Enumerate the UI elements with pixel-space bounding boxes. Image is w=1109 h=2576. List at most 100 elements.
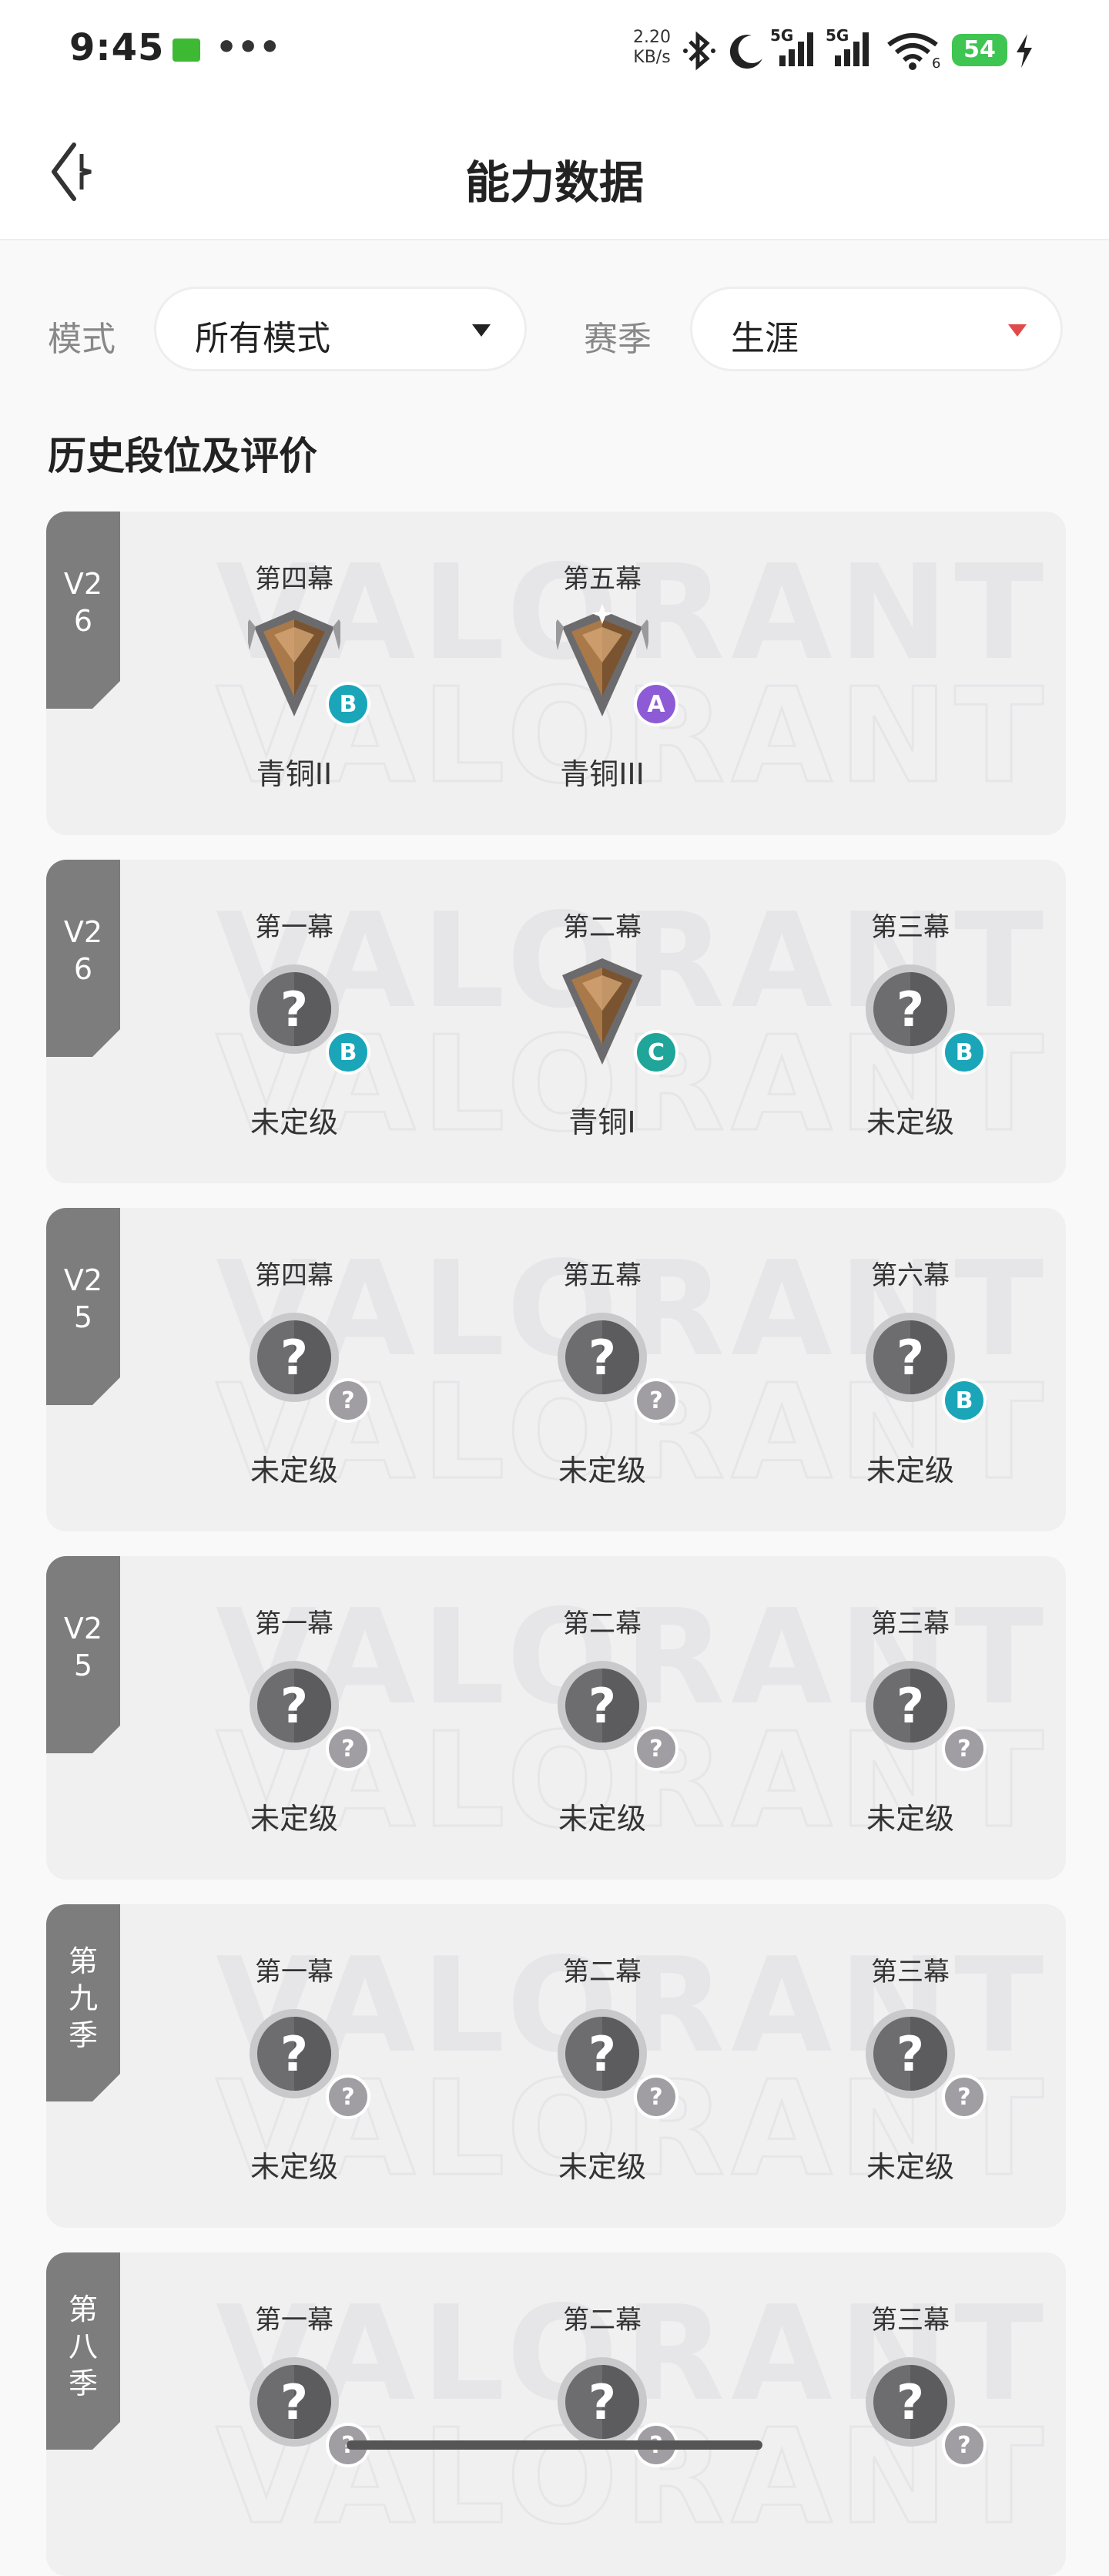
act-rank-item[interactable]: 第一幕?? 未定级: [194, 1602, 394, 1849]
network-speed-unit: KB/s: [633, 48, 671, 67]
cellular-signal-1: 5G: [770, 26, 819, 72]
svg-text:?: ?: [280, 981, 308, 1038]
svg-text:?: ?: [588, 1678, 616, 1734]
season-tag-line: 5: [73, 1300, 93, 1334]
act-rank-item[interactable]: 第一幕? B 未定级: [194, 906, 394, 1152]
filter-bar: 模式 所有模式 赛季 生涯: [0, 240, 1109, 394]
svg-text:?: ?: [588, 1330, 616, 1386]
act-rank-item[interactable]: 第二幕?? 未定级: [502, 1602, 702, 1849]
season-tag-label: 第九季: [46, 1943, 120, 2054]
mode-dropdown-arrow-icon: [472, 324, 491, 337]
season-tag-line: 季: [68, 2018, 98, 2052]
cellular-signal-2: 5G: [826, 26, 875, 72]
grade-badge-letter: B: [956, 1039, 973, 1066]
act-rank-item[interactable]: 第四幕?? 未定级: [194, 1254, 394, 1501]
act-rank-item[interactable]: 第二幕?? 未定级: [502, 1950, 702, 2197]
season-tag-line: 季: [68, 2366, 98, 2400]
act-name: 第二幕: [563, 912, 642, 943]
status-time: 9:45: [69, 26, 165, 69]
act-name: 第一幕: [255, 912, 333, 943]
svg-text:?: ?: [896, 1678, 924, 1734]
act-rank-item[interactable]: 第三幕??: [810, 2299, 1010, 2545]
season-tag-label: 第八季: [46, 2291, 120, 2402]
season-tag-label: V2 5: [46, 1262, 120, 1336]
season-tag-line: V2: [63, 1263, 103, 1297]
home-indicator[interactable]: [347, 2440, 762, 2450]
page-title: 能力数据: [464, 156, 644, 209]
act-rank-label: 未定级: [250, 2150, 338, 2184]
act-rank-item[interactable]: 第五幕 A 青铜III: [502, 558, 702, 804]
act-name: 第三幕: [871, 912, 950, 943]
act-rank-item[interactable]: 第三幕?? 未定级: [810, 1602, 1010, 1849]
svg-text:?: ?: [896, 2374, 924, 2430]
act-rank-item[interactable]: 第二幕??: [502, 2299, 702, 2545]
grade-badge-icon: B: [326, 682, 370, 726]
act-rank-item[interactable]: 第一幕??: [194, 2299, 394, 2545]
network-speed: 2.20 KB/s: [633, 28, 671, 68]
season-label: 赛季: [584, 320, 652, 359]
act-name: 第二幕: [563, 2305, 642, 2336]
grade-badge-icon: ?: [634, 2075, 678, 2119]
grade-badge-icon: ?: [942, 2075, 987, 2119]
act-rank-item[interactable]: 第四幕 B 青铜II: [194, 558, 394, 804]
wifi-sub-label: 6: [932, 55, 941, 72]
grade-badge-letter: B: [956, 1387, 973, 1414]
season-tag-line: 6: [73, 604, 93, 638]
act-name: 第二幕: [563, 1608, 642, 1639]
act-rank-item[interactable]: 第一幕?? 未定级: [194, 1950, 394, 2197]
svg-text:?: ?: [280, 1330, 308, 1386]
grade-badge-letter: ?: [341, 1736, 354, 1763]
act-rank-label: 未定级: [558, 1802, 646, 1836]
season-card: VALORANT VALORANT V2 5 第一幕?? 未定级 第二幕?? 未定级 第三幕??…: [46, 1556, 1066, 1880]
season-tag-line: V2: [63, 1612, 103, 1645]
season-tag-line: 九: [68, 1981, 98, 2015]
svg-text:?: ?: [588, 2374, 616, 2430]
act-rank-label: 未定级: [866, 2150, 954, 2184]
season-tag-label: V2 6: [46, 914, 120, 988]
svg-text:?: ?: [280, 1678, 308, 1734]
grade-badge-letter: B: [340, 691, 357, 718]
act-rank-item[interactable]: 第三幕? B 未定级: [810, 906, 1010, 1152]
mode-dropdown[interactable]: 所有模式: [154, 287, 527, 371]
grade-badge-icon: ?: [634, 1726, 678, 1771]
season-dropdown[interactable]: 生涯: [690, 287, 1063, 371]
act-rank-label: 未定级: [250, 1454, 338, 1488]
season-dropdown-value: 生涯: [731, 319, 799, 358]
act-rank-label: 青铜III: [560, 757, 645, 791]
mode-label: 模式: [48, 320, 116, 359]
grade-badge-letter: ?: [341, 1387, 354, 1414]
svg-text:?: ?: [896, 2026, 924, 2082]
act-rank-label: 未定级: [866, 1454, 954, 1488]
season-tag-label: V2 5: [46, 1610, 120, 1684]
act-name: 第一幕: [255, 1957, 333, 1987]
network-speed-value: 2.20: [633, 28, 671, 47]
act-name: 第一幕: [255, 1608, 333, 1639]
grade-badge-letter: ?: [957, 2084, 970, 2111]
svg-text:?: ?: [896, 1330, 924, 1386]
act-rank-item[interactable]: 第五幕?? 未定级: [502, 1254, 702, 1501]
act-rank-label: 未定级: [558, 1454, 646, 1488]
battery-level: 54: [952, 34, 1007, 66]
signal-2-label: 5G: [826, 26, 849, 45]
season-card: VALORANT VALORANT 第九季第一幕?? 未定级 第二幕?? 未定级 第三幕??…: [46, 1904, 1066, 2228]
act-name: 第三幕: [871, 1957, 950, 1987]
act-rank-item[interactable]: 第二幕 C 青铜I: [502, 906, 702, 1152]
season-tag-label: V2 6: [46, 565, 120, 639]
signal-1-label: 5G: [770, 26, 794, 45]
grade-badge-letter: C: [648, 1039, 665, 1066]
season-tag-line: V2: [63, 915, 103, 949]
svg-text:?: ?: [280, 2026, 308, 2082]
grade-badge-letter: ?: [649, 1736, 662, 1763]
season-card: VALORANT VALORANT V2 6 第四幕 B 青铜II 第五幕 A 青铜III: [46, 512, 1066, 835]
act-name: 第四幕: [255, 1260, 333, 1291]
grade-badge-icon: B: [942, 1378, 987, 1423]
act-rank-item[interactable]: 第六幕? B 未定级: [810, 1254, 1010, 1501]
season-tag-line: 第: [68, 1944, 98, 1978]
season-tag-line: 5: [73, 1649, 93, 1682]
act-rank-item[interactable]: 第三幕?? 未定级: [810, 1950, 1010, 2197]
season-dropdown-arrow-icon: [1008, 324, 1027, 337]
bluetooth-icon: [683, 31, 715, 71]
mode-dropdown-value: 所有模式: [195, 319, 330, 358]
act-rank-label: 青铜I: [568, 1105, 636, 1139]
grade-badge-icon: ?: [326, 1378, 370, 1423]
